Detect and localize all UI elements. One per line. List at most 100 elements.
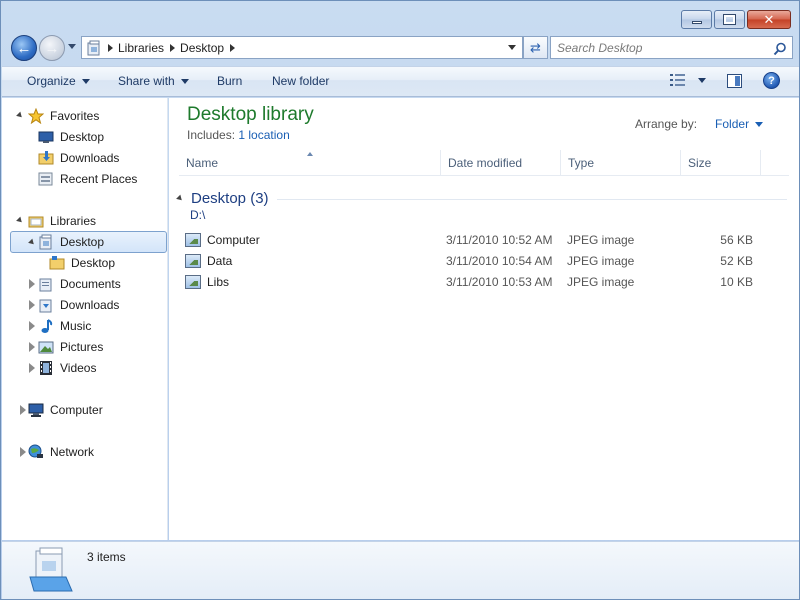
address-bar[interactable]: Libraries Desktop	[81, 36, 523, 59]
arrange-by: Arrange by: Folder	[635, 117, 764, 131]
network-globe-icon	[28, 444, 43, 458]
library-includes: Includes: 1 location	[187, 128, 290, 142]
group-header[interactable]: Desktop (3)	[176, 188, 787, 208]
file-size: 56 KB	[720, 232, 753, 247]
jpeg-image-icon	[185, 232, 201, 247]
back-button[interactable]: ←	[11, 35, 37, 61]
explorer-window: ✕ ← → Libraries Desktop ⇄ Search Desktop…	[0, 0, 800, 600]
address-dropdown[interactable]	[508, 45, 516, 50]
library-large-icon	[29, 547, 73, 592]
file-list-area: Desktop library Includes: 1 location Arr…	[169, 98, 799, 540]
expander-closed-icon[interactable]	[29, 342, 35, 352]
jpeg-image-icon	[185, 253, 201, 268]
tree-libraries-desktop[interactable]: Desktop	[10, 231, 167, 253]
organize-button[interactable]: Organize	[27, 74, 90, 88]
expander-closed-icon[interactable]	[20, 405, 26, 415]
sort-ascending-icon	[307, 152, 313, 156]
minimize-button[interactable]	[681, 10, 712, 29]
column-headers: Name Date modified Type Size	[179, 150, 789, 176]
library-folder-icon	[28, 216, 44, 228]
tree-libraries-music[interactable]: Music	[29, 316, 91, 336]
computer-icon	[28, 403, 44, 417]
help-button[interactable]: ?	[763, 72, 780, 89]
file-size: 52 KB	[720, 253, 753, 268]
tree-libraries[interactable]: Libraries	[16, 211, 96, 231]
expander-open-icon[interactable]	[16, 216, 24, 225]
chevron-down-icon[interactable]	[698, 77, 706, 83]
expander-closed-icon[interactable]	[29, 300, 35, 310]
command-bar: Organize Share with Burn New folder ?	[2, 66, 799, 97]
group-collapse-icon[interactable]	[176, 194, 184, 202]
recent-pages-dropdown[interactable]	[68, 44, 76, 49]
file-row[interactable]: Libs 3/11/2010 10:53 AM JPEG image 10 KB	[185, 271, 785, 292]
breadcrumb-separator[interactable]	[230, 43, 236, 52]
file-name: Computer	[207, 232, 260, 247]
tree-libraries-desktop-location[interactable]: Desktop	[49, 253, 115, 273]
expander-open-icon[interactable]	[16, 111, 24, 120]
file-type: JPEG image	[567, 274, 635, 289]
search-box[interactable]	[550, 36, 793, 59]
pictures-icon	[38, 341, 54, 354]
share-with-button[interactable]: Share with	[118, 74, 189, 88]
tree-libraries-downloads[interactable]: Downloads	[29, 295, 119, 315]
details-view-icon	[670, 74, 685, 86]
file-row[interactable]: Data 3/11/2010 10:54 AM JPEG image 52 KB	[185, 250, 785, 271]
library-icon	[87, 40, 100, 55]
change-view-button[interactable]	[670, 74, 706, 86]
tree-libraries-pictures[interactable]: Pictures	[29, 337, 103, 357]
tree-favorites[interactable]: Favorites	[16, 106, 99, 126]
locations-link[interactable]: 1 location	[238, 128, 289, 142]
expander-closed-icon[interactable]	[29, 321, 35, 331]
recent-places-icon	[38, 172, 53, 186]
column-header-type[interactable]: Type	[561, 150, 681, 176]
details-pane: 3 items	[2, 541, 799, 599]
tree-favorites-recent-places[interactable]: Recent Places	[38, 169, 137, 189]
close-button[interactable]: ✕	[747, 10, 791, 29]
documents-icon	[39, 278, 52, 292]
column-header-size[interactable]: Size	[681, 150, 761, 176]
maximize-icon	[723, 14, 736, 25]
library-icon	[39, 234, 52, 250]
file-date: 3/11/2010 10:53 AM	[446, 274, 553, 289]
minimize-icon	[691, 21, 702, 24]
file-type: JPEG image	[567, 253, 635, 268]
music-note-icon	[41, 319, 53, 333]
file-row[interactable]: Computer 3/11/2010 10:52 AM JPEG image 5…	[185, 229, 785, 250]
tree-computer[interactable]: Computer	[20, 400, 103, 420]
expander-open-icon[interactable]	[28, 238, 36, 247]
refresh-icon: ⇄	[530, 39, 541, 55]
folder-icon	[49, 256, 65, 270]
tree-libraries-videos[interactable]: Videos	[29, 358, 96, 378]
breadcrumb-separator[interactable]	[108, 43, 113, 52]
expander-closed-icon[interactable]	[29, 279, 35, 289]
tree-network[interactable]: Network	[20, 442, 94, 462]
expander-closed-icon[interactable]	[29, 363, 35, 373]
star-icon	[28, 108, 44, 124]
downloads-folder-icon	[38, 151, 54, 165]
navigation-row: ← → Libraries Desktop ⇄	[9, 33, 793, 63]
file-name: Libs	[207, 274, 230, 289]
expander-closed-icon[interactable]	[20, 447, 26, 457]
tree-libraries-documents[interactable]: Documents	[29, 274, 121, 294]
burn-button[interactable]: Burn	[217, 74, 242, 88]
preview-pane-button[interactable]	[727, 74, 742, 88]
forward-button[interactable]: →	[39, 35, 65, 61]
breadcrumb-separator[interactable]	[170, 43, 176, 52]
search-icon[interactable]	[773, 42, 787, 56]
maximize-button[interactable]	[714, 10, 745, 29]
tree-favorites-downloads[interactable]: Downloads	[38, 148, 119, 168]
file-date: 3/11/2010 10:54 AM	[446, 253, 553, 268]
file-type: JPEG image	[567, 232, 635, 247]
back-arrow-icon: ←	[16, 39, 32, 57]
breadcrumb-desktop[interactable]: Desktop	[180, 41, 224, 55]
breadcrumb-libraries[interactable]: Libraries	[118, 41, 164, 55]
chevron-down-icon	[180, 78, 189, 84]
search-input[interactable]	[557, 40, 767, 55]
refresh-button[interactable]: ⇄	[523, 36, 548, 59]
file-name: Data	[207, 253, 233, 268]
tree-favorites-desktop[interactable]: Desktop	[38, 127, 104, 147]
arrange-by-dropdown[interactable]: Folder	[715, 117, 764, 131]
column-header-date-modified[interactable]: Date modified	[441, 150, 561, 176]
downloads-library-icon	[39, 299, 52, 313]
new-folder-button[interactable]: New folder	[272, 74, 329, 88]
